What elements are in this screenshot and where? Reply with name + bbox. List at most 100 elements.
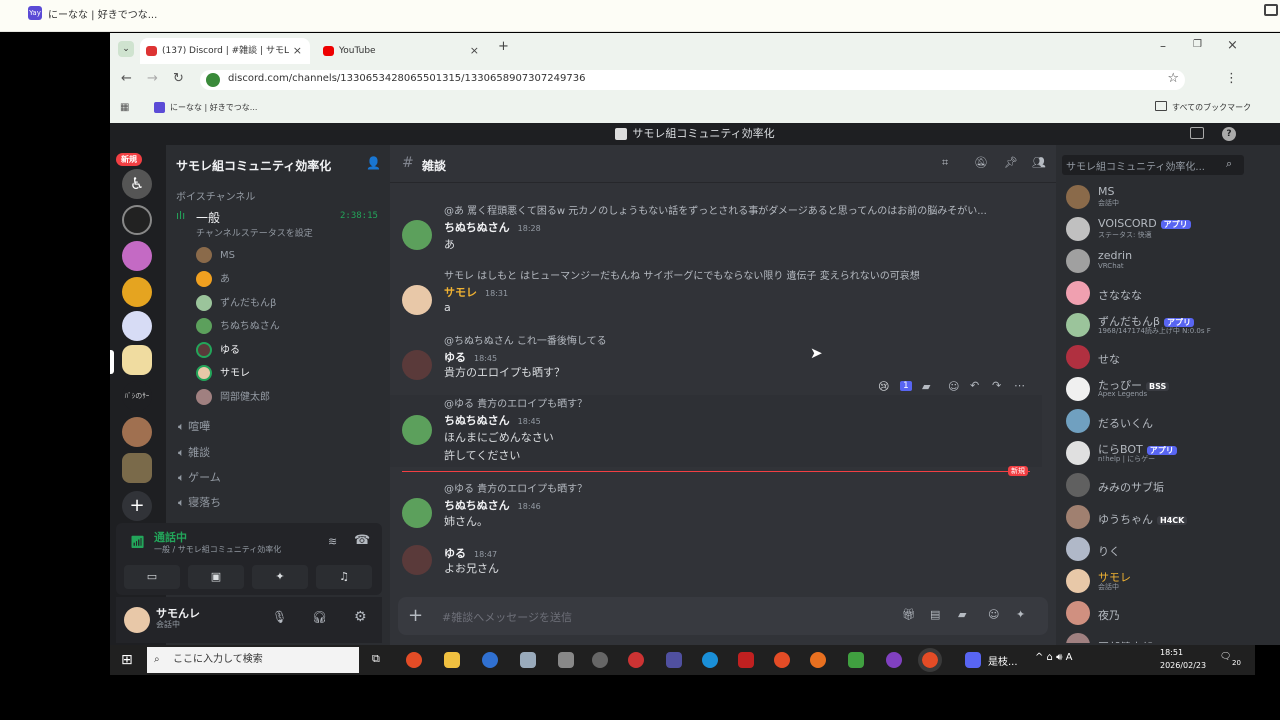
chrome-active-icon[interactable] [918, 648, 942, 672]
message-composer[interactable]: + #雑談へメッセージを送信 🎁︎ ▤ ▰ ☺ ✦ [398, 597, 1048, 635]
settings-icon[interactable] [592, 652, 608, 668]
microphone-icon[interactable]: 🎙︎ [272, 610, 287, 624]
message-author[interactable]: ちぬちぬさん 18:28 [444, 219, 541, 235]
avatar[interactable] [402, 415, 432, 445]
chrome-icon[interactable] [774, 652, 790, 668]
outer-tab-title[interactable]: にーなな | 好きでつな... [48, 6, 157, 21]
reaction-count[interactable]: 1 [900, 381, 912, 391]
app-icon[interactable] [520, 652, 536, 668]
tab-discord[interactable]: (137) Discord | #雑談 | サモL × [140, 38, 310, 64]
member-item[interactable]: 夜乃 [1066, 599, 1276, 627]
bookmark-item[interactable]: にーなな | 好きでつな... [170, 102, 257, 113]
activities-button[interactable]: ✦ [252, 565, 308, 589]
voice-user[interactable]: あ [196, 270, 230, 287]
member-item[interactable]: みみのサブ垢 [1066, 471, 1276, 499]
call-sub[interactable]: 一般 / サモレ組コミュニティ効率化 [154, 544, 281, 555]
attach-plus-icon[interactable]: + [408, 605, 423, 626]
server-icon[interactable] [122, 311, 152, 341]
app-icon[interactable] [738, 652, 754, 668]
screen-share-button[interactable]: ▣ [188, 565, 244, 589]
server-icon[interactable] [122, 205, 152, 235]
reply-preview[interactable]: @ちぬちぬさん これ一番後悔してる [444, 332, 607, 347]
file-explorer-icon[interactable] [444, 652, 460, 668]
voice-section-header[interactable]: ボイスチャンネル [176, 188, 255, 203]
accessibility-icon[interactable]: ♿ [122, 169, 152, 199]
member-item[interactable]: せな [1066, 343, 1276, 371]
notification-center-icon[interactable]: 🗨︎ [1220, 652, 1231, 662]
help-icon[interactable]: ? [1222, 127, 1236, 141]
all-bookmarks-link[interactable]: すべてのブックマーク [1172, 102, 1251, 113]
search-input[interactable]: サモレ組コミュニティ効率化... [1062, 155, 1244, 175]
invite-icon[interactable]: 👤 [366, 156, 381, 170]
member-item[interactable]: 岡部健太郎 [1066, 631, 1276, 643]
apps-grid-icon[interactable]: ▦ [120, 102, 129, 113]
member-item[interactable]: ずんだもんβ アプリ 1968/147174読み上げ中 N:0.0s F [1066, 311, 1276, 339]
windows-start-icon[interactable]: ⊞ [121, 652, 133, 668]
voice-channel[interactable]: 🔈︎ 喧嘩 [178, 418, 210, 434]
member-item[interactable]: VOISCORD アプリ ステータス: 快適 [1066, 215, 1276, 243]
app-icon[interactable] [558, 652, 574, 668]
reply-preview[interactable]: @ゆる 貴方のエロイプも晒す？ [444, 395, 587, 410]
threads-icon[interactable]: ⌗ [942, 156, 948, 170]
avatar[interactable] [402, 285, 432, 315]
member-item[interactable]: さななな [1066, 279, 1276, 307]
headphones-icon[interactable]: 🎧︎ [312, 610, 327, 624]
reply-icon[interactable]: ↶ [970, 379, 979, 392]
clock-date[interactable]: 2026/02/23 [1160, 661, 1206, 670]
add-reaction-icon[interactable]: ☺ [948, 380, 959, 393]
apps-icon[interactable]: ✦ [1016, 608, 1025, 621]
voice-user[interactable]: ずんだもんβ [196, 294, 276, 311]
bookmark-star-icon[interactable]: ☆ [1167, 71, 1179, 86]
reply-preview[interactable]: @ゆる 貴方のエロイプも晒す？ [444, 480, 587, 495]
emoji-reaction-icon[interactable]: 😢 [878, 380, 889, 393]
sticker-icon[interactable]: ▰ [922, 380, 930, 393]
app-icon[interactable] [886, 652, 902, 668]
voice-user[interactable]: MS [196, 247, 235, 263]
channel-status[interactable]: チャンネルステータスを設定 [196, 226, 313, 239]
voice-user[interactable]: サモレ [196, 364, 250, 381]
soundboard-button[interactable]: ♫ [316, 565, 372, 589]
member-list-icon[interactable]: 👥︎ [1032, 156, 1046, 169]
address-bar[interactable]: discord.com/channels/1330653428065501315… [200, 70, 1185, 90]
app-icon[interactable] [666, 652, 682, 668]
message[interactable]: ゆる 18:47 よお兄さん [402, 543, 1042, 583]
chrome-icon[interactable] [406, 652, 422, 668]
more-icon[interactable]: ⋯ [1014, 379, 1025, 392]
member-item[interactable]: zedrin VRChat [1066, 247, 1276, 275]
forward-icon[interactable]: → [147, 71, 158, 86]
message-author[interactable]: ゆる 18:45 [444, 349, 497, 365]
tab-youtube[interactable]: YouTube × [317, 38, 487, 64]
app-icon[interactable] [628, 652, 644, 668]
message-author[interactable]: ちぬちぬさん 18:45 [444, 412, 541, 428]
reload-icon[interactable]: ↻ [173, 71, 184, 86]
server-icon[interactable] [122, 417, 152, 447]
message-author[interactable]: ちぬちぬさん 18:46 [444, 497, 541, 513]
voice-user[interactable]: 岡部健太郎 [196, 388, 270, 405]
reply-preview[interactable]: @あ 罵く程頭悪くて困るw 元カノのしょうもない話をずっとされる事がダメージある… [444, 202, 987, 217]
settings-gear-icon[interactable]: ⚙ [354, 609, 367, 625]
close-window-button[interactable]: × [1227, 38, 1238, 53]
task-view-icon[interactable]: ⧉ [372, 652, 380, 666]
emoji-picker-icon[interactable]: ☺ [988, 608, 999, 621]
close-tab-icon[interactable]: × [470, 38, 479, 64]
server-icon-active[interactable] [122, 345, 152, 375]
mute-bell-icon[interactable]: 🔕︎ [974, 156, 988, 169]
system-tray-icons[interactable]: ^ ⌂ 🔊︎ A [1035, 652, 1072, 663]
menu-icon[interactable]: ⋮ [1225, 71, 1238, 86]
message-hovered[interactable]: @ゆる 貴方のエロイプも晒す？ ちぬちぬさん 18:45 ほんまにごめんなさい 許… [390, 395, 1042, 467]
reply-preview[interactable]: サモレ はしもと はヒューマンジーだもんね サイボーグにでもならない限り 遺伝子… [444, 267, 920, 282]
message[interactable]: @あ 罵く程頭悪くて困るw 元カノのしょうもない話をずっとされる事がダメージある… [402, 200, 1042, 260]
taskbar-search[interactable]: ⌕ ここに入力して検索 [147, 647, 359, 673]
inbox-icon[interactable] [1190, 127, 1204, 139]
noise-suppression-icon[interactable]: ≋ [328, 535, 337, 548]
member-item[interactable]: たっぴー BSS Apex Legends [1066, 375, 1276, 403]
pin-icon[interactable]: 📌︎ [1004, 156, 1018, 169]
taskbar-app-label[interactable]: 是枝... [988, 653, 1018, 668]
camera-button[interactable]: ▭ [124, 565, 180, 589]
message[interactable]: サモレ はしもと はヒューマンジーだもんね サイボーグにでもならない限り 遺伝子… [402, 265, 1042, 325]
voice-channel[interactable]: 🔈︎ 雑談 [178, 444, 210, 460]
new-tab-button[interactable]: + [498, 39, 509, 54]
composer-input[interactable]: #雑談へメッセージを送信 [442, 609, 572, 625]
add-server-icon[interactable]: + [122, 491, 152, 521]
avatar[interactable] [402, 220, 432, 250]
